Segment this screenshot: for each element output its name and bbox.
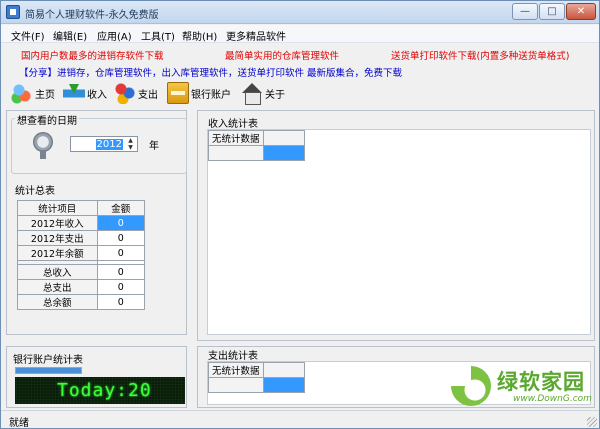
table-row[interactable]: 总收入 0 — [17, 264, 146, 280]
menu-apply[interactable]: 应用(A) — [97, 28, 132, 43]
bank-progress-bar — [15, 367, 82, 374]
summary-row-label: 2012年收入 — [17, 215, 98, 231]
date-groupbox-label: 想查看的日期 — [15, 112, 79, 127]
close-button[interactable]: ✕ — [566, 3, 596, 20]
menu-more-software[interactable]: 更多精品软件 — [226, 28, 286, 43]
watermark-brand: 绿软家园 — [497, 370, 585, 394]
table-row[interactable]: 2012年收入 0 — [17, 215, 146, 231]
summary-row-label: 2012年余额 — [17, 245, 98, 261]
menu-bar: 文件(F) 编辑(E) 应用(A) 工具(T) 帮助(H) 更多精品软件 — [1, 25, 599, 43]
ad-link-warehouse[interactable]: 最简单实用的仓库管理软件 — [225, 48, 339, 62]
expense-button[interactable]: 支出 — [114, 81, 158, 105]
summary-header-amount: 金额 — [96, 200, 146, 216]
calendar-icon — [29, 130, 57, 160]
table-row[interactable]: 2012年支出 0 — [17, 230, 146, 246]
summary-title: 统计总表 — [15, 186, 55, 197]
bank-account-label: 银行账户 — [191, 89, 231, 101]
year-unit-label: 年 — [149, 141, 159, 152]
summary-table: 统计项目 金额 2012年收入 0 2012年支出 0 2012年余额 0 总收… — [17, 200, 146, 310]
ad-link-delivery[interactable]: 送货单打印软件下载(内置多种送货单格式) — [391, 48, 569, 62]
app-icon — [6, 5, 20, 19]
summary-row-amount[interactable]: 0 — [96, 279, 146, 295]
table-row[interactable] — [208, 377, 306, 393]
status-bar: 就绪 — [1, 410, 599, 429]
table-row[interactable]: 总余额 0 — [17, 294, 146, 310]
table-row: 无统计数据 — [208, 130, 306, 146]
bank-panel-title: 银行账户统计表 — [13, 355, 83, 366]
ad-link-share[interactable]: 【分享】进销存，仓库管理软件，出入库管理软件，送货单打印软件 最新版集合，免费下… — [19, 65, 402, 79]
summary-header-item: 统计项目 — [17, 200, 98, 216]
minimize-button[interactable]: — — [512, 3, 538, 20]
expense-no-data-header: 无统计数据 — [208, 362, 264, 378]
summary-row-label: 总余额 — [17, 294, 98, 310]
watermark: 绿软家园 www.DownG.com — [451, 364, 596, 408]
home-button[interactable]: 主页 — [11, 81, 55, 105]
summary-row-amount[interactable]: 0 — [96, 230, 146, 246]
menu-edit[interactable]: 编辑(E) — [53, 28, 87, 43]
summary-row-label: 总收入 — [17, 264, 98, 280]
year-stepper[interactable]: 2012 ▲ ▼ — [70, 136, 138, 152]
expense-icon — [114, 82, 136, 104]
income-no-data-header: 无统计数据 — [208, 130, 264, 146]
income-table: 无统计数据 — [208, 130, 306, 161]
about-label: 关于 — [265, 89, 285, 101]
maximize-button[interactable]: □ — [539, 3, 565, 20]
status-text: 就绪 — [9, 418, 29, 429]
resize-grip-icon[interactable] — [587, 417, 597, 427]
toolbar: 主页 收入 支出 银行账户 关于 — [1, 79, 599, 107]
table-row: 无统计数据 — [208, 362, 306, 378]
watermark-url: www.DownG.com — [513, 394, 592, 404]
main-window: 简易个人理财软件-永久免费版 — □ ✕ 文件(F) 编辑(E) 应用(A) 工… — [0, 0, 600, 429]
leaf-logo-icon — [451, 366, 491, 406]
house-icon — [241, 82, 263, 105]
bank-progress-fill — [16, 368, 81, 373]
income-button[interactable]: 收入 — [63, 81, 107, 105]
bank-icon — [167, 82, 189, 104]
summary-row-amount[interactable]: 0 — [96, 245, 146, 261]
menu-tools[interactable]: 工具(T) — [141, 28, 175, 43]
table-row[interactable] — [208, 145, 306, 161]
summary-row-amount[interactable]: 0 — [96, 215, 146, 231]
table-row[interactable]: 2012年余额 0 — [17, 245, 146, 261]
income-label: 收入 — [87, 89, 107, 101]
summary-row-amount[interactable]: 0 — [96, 294, 146, 310]
bank-account-button[interactable]: 银行账户 — [167, 81, 231, 105]
expense-table: 无统计数据 — [208, 362, 306, 393]
home-label: 主页 — [35, 89, 55, 101]
year-down-arrow-icon[interactable]: ▼ — [125, 145, 136, 151]
table-row: 统计项目 金额 — [17, 200, 146, 216]
led-clock-display: Today:20 — [15, 377, 185, 404]
expense-label: 支出 — [138, 89, 158, 101]
summary-row-label: 总支出 — [17, 279, 98, 295]
summary-row-label: 2012年支出 — [17, 230, 98, 246]
income-icon — [63, 82, 85, 104]
expense-selected-cell[interactable] — [262, 377, 306, 393]
menu-help[interactable]: 帮助(H) — [182, 28, 217, 43]
home-icon — [11, 82, 33, 104]
year-value: 2012 — [95, 139, 123, 150]
title-bar[interactable]: 简易个人理财软件-永久免费版 — □ ✕ — [1, 1, 599, 24]
menu-file[interactable]: 文件(F) — [11, 28, 45, 43]
income-panel-title: 收入统计表 — [208, 119, 258, 130]
ad-link-inventory[interactable]: 国内用户数最多的进销存软件下载 — [21, 48, 164, 62]
table-row[interactable]: 总支出 0 — [17, 279, 146, 295]
income-selected-cell[interactable] — [262, 145, 306, 161]
expense-panel-title: 支出统计表 — [208, 351, 258, 362]
summary-row-amount[interactable]: 0 — [96, 264, 146, 280]
window-title: 简易个人理财软件-永久免费版 — [25, 10, 159, 21]
about-button[interactable]: 关于 — [241, 81, 285, 105]
